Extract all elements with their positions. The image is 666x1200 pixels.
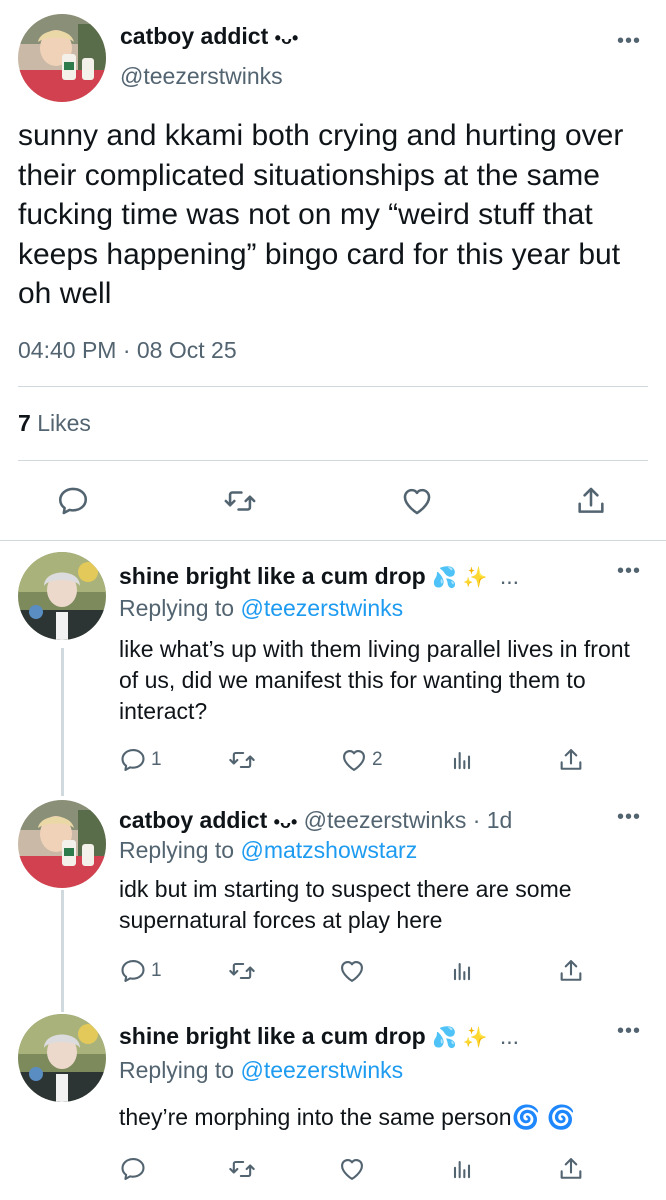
share-button[interactable] <box>557 746 585 774</box>
views-chart-icon <box>448 957 476 985</box>
like-count: 2 <box>372 749 383 770</box>
more-dots-icon[interactable]: ••• <box>617 31 641 51</box>
reply-count: 1 <box>151 960 162 981</box>
like-button[interactable] <box>338 1155 366 1183</box>
likes-label: Likes <box>37 410 91 436</box>
more-dots-icon[interactable]: ••• <box>617 561 641 581</box>
retweet-button[interactable] <box>227 746 257 774</box>
author-handle[interactable]: @teezerstwinks <box>120 62 283 90</box>
reply-count: 1 <box>151 749 162 770</box>
reply-button[interactable] <box>56 484 90 518</box>
tweet-text: sunny and kkami both crying and hurting … <box>18 119 624 310</box>
reply-button[interactable]: 1 <box>119 957 162 985</box>
reply-bubble-icon <box>56 484 90 518</box>
retweet-button[interactable] <box>227 1155 257 1183</box>
reply-bubble-icon <box>119 1155 147 1183</box>
share-icon <box>557 746 585 774</box>
replying-to-line: Replying to @teezerstwinks <box>119 1056 403 1084</box>
replying-to-handle[interactable]: @teezerstwinks <box>240 595 403 621</box>
replying-to-line: Replying to @teezerstwinks <box>119 594 403 622</box>
share-icon <box>574 484 608 518</box>
retweet-button[interactable] <box>227 957 257 985</box>
divider <box>0 540 666 541</box>
name-truncation: ... <box>499 1023 520 1049</box>
reply-bubble-icon <box>119 746 147 774</box>
heart-icon <box>340 746 368 774</box>
replying-to-handle[interactable]: @teezerstwinks <box>240 1057 403 1083</box>
reply-name-text: shine bright like a cum drop <box>119 563 426 589</box>
reply-display-name[interactable]: shine bright like a cum drop 💦 ✨ ... <box>119 562 519 592</box>
reply-display-name[interactable]: catboy addict •ᴗ• @teezerstwinks · 1d <box>119 806 512 836</box>
divider <box>18 460 648 461</box>
reply-name-text: shine bright like a cum drop <box>119 1023 426 1049</box>
replying-to-prefix: Replying to <box>119 837 235 863</box>
views-button[interactable] <box>448 746 476 774</box>
divider <box>18 386 648 387</box>
views-chart-icon <box>448 1155 476 1183</box>
reply-handle-time[interactable]: @teezerstwinks · 1d <box>304 807 513 833</box>
reply-text: idk but im starting to suspect there are… <box>119 876 572 933</box>
reply-name-emoticon: •ᴗ• <box>273 812 298 832</box>
reply-text: they’re morphing into the same person🌀 🌀 <box>119 1104 576 1130</box>
views-button[interactable] <box>448 957 476 985</box>
author-name-emoticon: •ᴗ• <box>274 28 299 48</box>
like-button[interactable] <box>400 484 434 518</box>
retweet-icon <box>227 957 257 985</box>
views-chart-icon <box>448 746 476 774</box>
sparkle-droplet-emoji-icon: 💦 ✨ <box>432 1027 488 1049</box>
reply-button[interactable] <box>119 1155 147 1183</box>
thread-line <box>61 890 64 1012</box>
more-dots-icon[interactable]: ••• <box>617 807 641 827</box>
retweet-icon <box>227 1155 257 1183</box>
reply-avatar[interactable] <box>18 552 106 640</box>
share-icon <box>557 957 585 985</box>
retweet-icon <box>227 746 257 774</box>
replying-to-line: Replying to @matzshowstarz <box>119 836 417 864</box>
reply-text: like what’s up with them living parallel… <box>119 636 630 724</box>
reply-display-name[interactable]: shine bright like a cum drop 💦 ✨ ... <box>119 1022 519 1052</box>
heart-icon <box>400 484 434 518</box>
more-dots-icon[interactable]: ••• <box>617 1021 641 1041</box>
reply-avatar[interactable] <box>18 1014 106 1102</box>
thread-line <box>61 648 64 796</box>
likes-number: 7 <box>18 410 31 436</box>
reply-avatar[interactable] <box>18 800 106 888</box>
share-icon <box>557 1155 585 1183</box>
author-name-text: catboy addict <box>120 23 269 49</box>
retweet-button[interactable] <box>222 484 258 518</box>
name-truncation: ... <box>499 563 520 589</box>
sparkle-droplet-emoji-icon: 💦 ✨ <box>432 567 488 589</box>
retweet-icon <box>222 484 258 518</box>
author-display-name[interactable]: catboy addict •ᴗ• <box>120 22 298 52</box>
like-button[interactable] <box>338 957 366 985</box>
replying-to-handle[interactable]: @matzshowstarz <box>240 837 417 863</box>
heart-icon <box>338 1155 366 1183</box>
replying-to-prefix: Replying to <box>119 1057 235 1083</box>
share-button[interactable] <box>574 484 608 518</box>
reply-bubble-icon <box>119 957 147 985</box>
reply-name-text: catboy addict <box>119 807 268 833</box>
share-button[interactable] <box>557 1155 585 1183</box>
share-button[interactable] <box>557 957 585 985</box>
likes-count[interactable]: 7 Likes <box>18 409 91 437</box>
views-button[interactable] <box>448 1155 476 1183</box>
tweet-timestamp[interactable]: 04:40 PM · 08 Oct 25 <box>18 336 237 364</box>
author-avatar[interactable] <box>18 14 106 102</box>
heart-icon <box>338 957 366 985</box>
like-button[interactable]: 2 <box>340 746 383 774</box>
replying-to-prefix: Replying to <box>119 595 235 621</box>
reply-button[interactable]: 1 <box>119 746 162 774</box>
